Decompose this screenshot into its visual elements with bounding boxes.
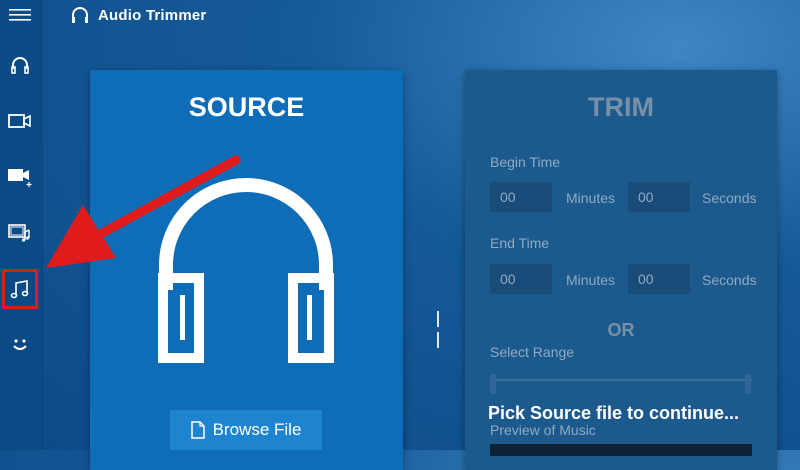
- video-camera-icon: [8, 114, 31, 128]
- sidebar-item-music[interactable]: [2, 269, 38, 309]
- headphones-icon: [72, 7, 88, 23]
- begin-minutes-input[interactable]: 00: [490, 182, 552, 212]
- end-time-label: End Time: [490, 235, 550, 251]
- title-bar: Audio Trimmer: [70, 4, 206, 26]
- sidebar-item-headphones[interactable]: [5, 50, 35, 80]
- begin-seconds-unit: Seconds: [702, 190, 757, 206]
- source-panel: SOURCE Browse File: [90, 70, 403, 470]
- end-minutes-input[interactable]: 00: [490, 264, 552, 294]
- pick-source-message: Pick Source file to continue...: [488, 403, 740, 423]
- browse-file-button[interactable]: Browse File: [170, 410, 322, 450]
- video-add-icon: [8, 169, 32, 187]
- sidebar-item-video[interactable]: [5, 106, 35, 136]
- sidebar-item-video-add[interactable]: [5, 162, 35, 192]
- sidebar: [0, 0, 42, 450]
- headphones-icon: [11, 57, 29, 74]
- preview-label: Preview of Music: [490, 422, 596, 438]
- video-music-icon: [8, 224, 30, 242]
- browse-file-label: Browse File: [212, 420, 302, 439]
- file-add-icon: [190, 421, 205, 439]
- headphones-large-icon[interactable]: [156, 170, 336, 365]
- hamburger-menu-button[interactable]: [5, 0, 35, 30]
- begin-seconds-input[interactable]: 00: [628, 182, 690, 212]
- music-notes-icon: [10, 280, 29, 299]
- panel-splitter[interactable]: [437, 311, 441, 348]
- begin-minutes-unit: Minutes: [566, 190, 616, 206]
- sidebar-item-video-music[interactable]: [5, 218, 35, 248]
- trim-title: TRIM: [588, 92, 654, 122]
- smiley-icon: [13, 339, 27, 350]
- sidebar-item-feedback[interactable]: [5, 330, 35, 360]
- select-range-label: Select Range: [490, 344, 575, 360]
- end-seconds-input[interactable]: 00: [628, 264, 690, 294]
- preview-player[interactable]: [490, 444, 752, 456]
- range-end-thumb[interactable]: [745, 374, 751, 394]
- hamburger-menu-icon: [9, 9, 31, 21]
- source-title: SOURCE: [188, 92, 305, 122]
- range-slider-track[interactable]: [492, 379, 752, 381]
- end-minutes-unit: Minutes: [566, 272, 616, 288]
- app-title: Audio Trimmer: [98, 6, 207, 24]
- end-seconds-unit: Seconds: [702, 272, 757, 288]
- begin-time-label: Begin Time: [490, 154, 561, 170]
- range-start-thumb[interactable]: [490, 374, 496, 394]
- or-separator: OR: [607, 320, 635, 340]
